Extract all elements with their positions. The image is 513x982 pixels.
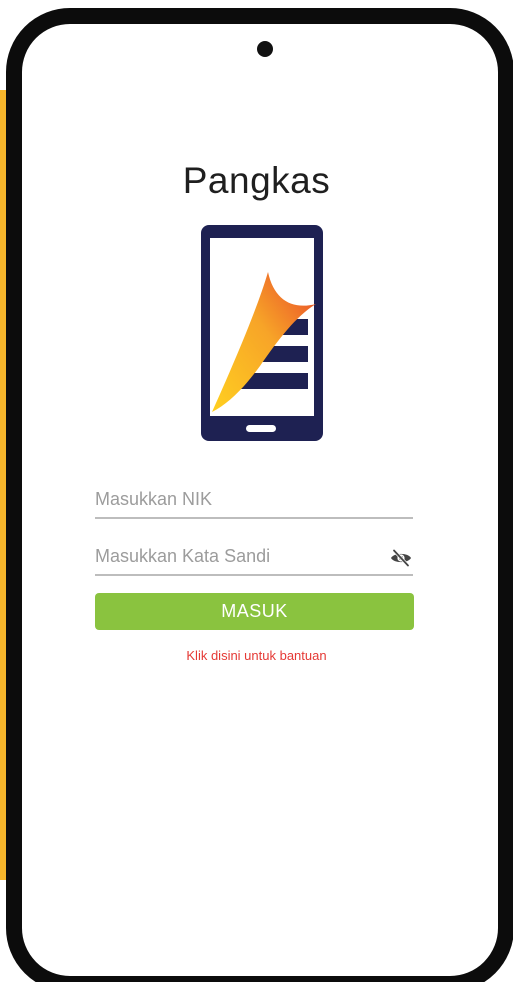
app-title: Pangkas: [182, 160, 331, 201]
pangkas-phone-logo-icon: [200, 224, 324, 447]
login-screen: Pangkas Masukkan NIK MASUK Klik disini u…: [0, 0, 513, 982]
help-link[interactable]: Klik disini untuk bantuan: [0, 648, 513, 663]
nik-field: [95, 481, 413, 519]
login-button[interactable]: MASUK: [95, 593, 414, 630]
password-input[interactable]: [95, 538, 375, 574]
eye-slash-icon[interactable]: [389, 546, 413, 570]
camera-dot: [257, 41, 273, 57]
nik-input[interactable]: [95, 481, 413, 517]
password-field: [95, 538, 413, 576]
